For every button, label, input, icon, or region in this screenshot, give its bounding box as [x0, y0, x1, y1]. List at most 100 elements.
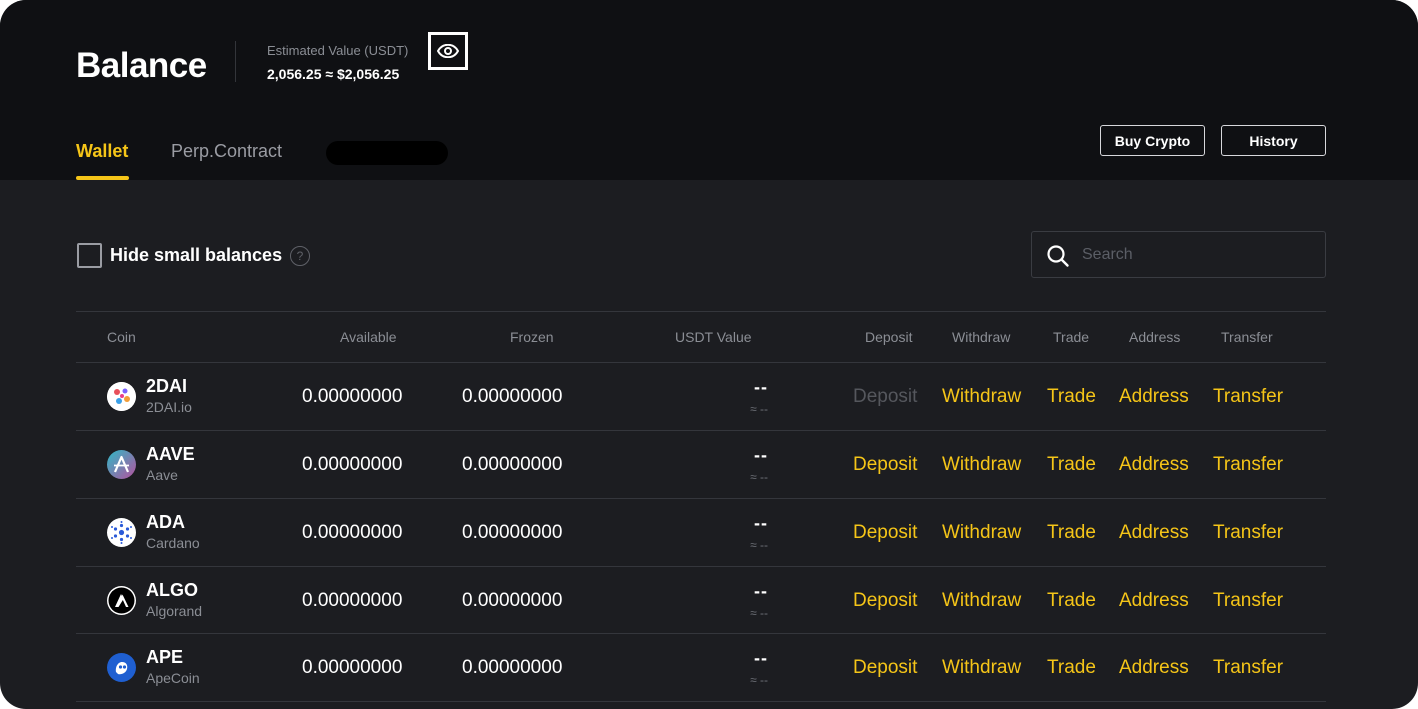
- 2dai-icon: [107, 382, 136, 411]
- trade-link[interactable]: Trade: [1047, 590, 1096, 612]
- coin-logo-ape: [107, 653, 136, 682]
- trade-link[interactable]: Trade: [1047, 657, 1096, 679]
- column-header-deposit: Deposit: [865, 329, 913, 345]
- address-link[interactable]: Address: [1119, 522, 1189, 544]
- trade-link[interactable]: Trade: [1047, 522, 1096, 544]
- table-row: 2DAI 2DAI.io 0.00000000 0.00000000 -- ≈ …: [76, 363, 1326, 431]
- eye-icon: [437, 44, 459, 58]
- algorand-icon: [108, 587, 135, 614]
- usdt-value: --: [754, 581, 768, 601]
- table-row: AAVE Aave 0.00000000 0.00000000 -- ≈ -- …: [76, 431, 1326, 499]
- usdt-value: --: [754, 377, 768, 397]
- available-balance: 0.00000000: [302, 386, 403, 407]
- header-divider: [235, 41, 236, 82]
- withdraw-link[interactable]: Withdraw: [942, 454, 1021, 476]
- deposit-link: Deposit: [853, 386, 918, 407]
- cardano-icon: [111, 521, 132, 544]
- deposit-link[interactable]: Deposit: [853, 590, 917, 612]
- coin-symbol: APE: [146, 647, 184, 667]
- coin-symbol: ALGO: [146, 580, 198, 600]
- withdraw-link[interactable]: Withdraw: [942, 590, 1021, 612]
- frozen-balance: 0.00000000: [462, 454, 563, 475]
- coin-name: Algorand: [146, 603, 203, 619]
- table-row: ALGO Algorand 0.00000000 0.00000000 -- ≈…: [76, 567, 1326, 635]
- trade-link[interactable]: Trade: [1047, 454, 1096, 476]
- address-link[interactable]: Address: [1119, 657, 1189, 679]
- estimated-value-label: Estimated Value (USDT): [267, 43, 409, 58]
- table-top-divider: [76, 311, 1326, 312]
- available-balance: 0.00000000: [302, 590, 403, 611]
- search-box[interactable]: [1031, 231, 1326, 278]
- coin-name: ApeCoin: [146, 670, 200, 686]
- frozen-balance: 0.00000000: [462, 522, 563, 543]
- coin-symbol: AAVE: [146, 444, 195, 464]
- usdt-value-approx: ≈ --: [750, 538, 768, 552]
- transfer-link[interactable]: Transfer: [1213, 454, 1283, 476]
- coin-logo-algo: [107, 586, 136, 615]
- coin-logo-aave: [107, 450, 136, 479]
- column-header-coin: Coin: [107, 329, 136, 345]
- frozen-balance: 0.00000000: [462, 657, 563, 678]
- deposit-link[interactable]: Deposit: [853, 657, 917, 679]
- usdt-value: --: [754, 445, 768, 465]
- usdt-value-approx: ≈ --: [750, 470, 768, 484]
- column-header-frozen: Frozen: [510, 329, 554, 345]
- coin-name: Cardano: [146, 535, 200, 551]
- withdraw-link[interactable]: Withdraw: [942, 522, 1021, 544]
- tab-perp-contract[interactable]: Perp.Contract: [171, 141, 282, 162]
- available-balance: 0.00000000: [302, 657, 403, 678]
- transfer-link[interactable]: Transfer: [1213, 657, 1283, 679]
- page-title: Balance: [76, 46, 207, 85]
- balance-page: Balance Estimated Value (USDT) 2,056.25 …: [0, 0, 1418, 709]
- estimated-value: 2,056.25 ≈ $2,056.25: [267, 66, 400, 82]
- available-balance: 0.00000000: [302, 454, 403, 475]
- table-row: ADA Cardano 0.00000000 0.00000000 -- ≈ -…: [76, 499, 1326, 567]
- buy-crypto-button[interactable]: Buy Crypto: [1100, 125, 1205, 156]
- transfer-link[interactable]: Transfer: [1213, 386, 1283, 408]
- balance-header: Balance Estimated Value (USDT) 2,056.25 …: [0, 0, 1418, 180]
- table-row: APE ApeCoin 0.00000000 0.00000000 -- ≈ -…: [76, 634, 1326, 702]
- usdt-value-approx: ≈ --: [750, 606, 768, 620]
- usdt-value: --: [754, 513, 768, 533]
- address-link[interactable]: Address: [1119, 454, 1189, 476]
- frozen-balance: 0.00000000: [462, 386, 563, 407]
- deposit-link[interactable]: Deposit: [853, 522, 917, 544]
- transfer-link[interactable]: Transfer: [1213, 522, 1283, 544]
- address-link[interactable]: Address: [1119, 590, 1189, 612]
- redacted-tab: [326, 141, 448, 165]
- column-header-transfer: Transfer: [1221, 329, 1273, 345]
- hide-small-balances-checkbox[interactable]: [77, 243, 102, 268]
- coin-symbol: ADA: [146, 512, 185, 532]
- usdt-value-approx: ≈ --: [750, 402, 768, 416]
- column-header-usdt-value: USDT Value: [675, 329, 752, 345]
- coin-name: Aave: [146, 467, 178, 483]
- coin-name: 2DAI.io: [146, 399, 192, 415]
- coin-logo-2dai: [107, 382, 136, 411]
- search-input[interactable]: [1082, 242, 1312, 268]
- history-button[interactable]: History: [1221, 125, 1326, 156]
- address-link[interactable]: Address: [1119, 386, 1189, 408]
- usdt-value: --: [754, 648, 768, 668]
- withdraw-link[interactable]: Withdraw: [942, 386, 1021, 408]
- column-header-address: Address: [1129, 329, 1181, 345]
- help-icon[interactable]: ?: [290, 246, 310, 266]
- trade-link[interactable]: Trade: [1047, 386, 1096, 408]
- usdt-value-approx: ≈ --: [750, 673, 768, 687]
- deposit-link[interactable]: Deposit: [853, 454, 917, 476]
- active-tab-indicator: [76, 176, 129, 180]
- aave-icon: [113, 455, 130, 473]
- row-divider: [76, 701, 1326, 702]
- toggle-visibility-button[interactable]: [428, 32, 468, 70]
- hide-small-balances-label[interactable]: Hide small balances: [110, 245, 282, 266]
- frozen-balance: 0.00000000: [462, 590, 563, 611]
- column-header-available: Available: [340, 329, 397, 345]
- column-header-withdraw: Withdraw: [952, 329, 1011, 345]
- coin-symbol: 2DAI: [146, 376, 188, 396]
- search-icon: [1047, 245, 1069, 267]
- tab-wallet[interactable]: Wallet: [76, 141, 128, 162]
- available-balance: 0.00000000: [302, 522, 403, 543]
- withdraw-link[interactable]: Withdraw: [942, 657, 1021, 679]
- apecoin-icon: [115, 662, 128, 675]
- coin-logo-ada: [107, 518, 136, 547]
- transfer-link[interactable]: Transfer: [1213, 590, 1283, 612]
